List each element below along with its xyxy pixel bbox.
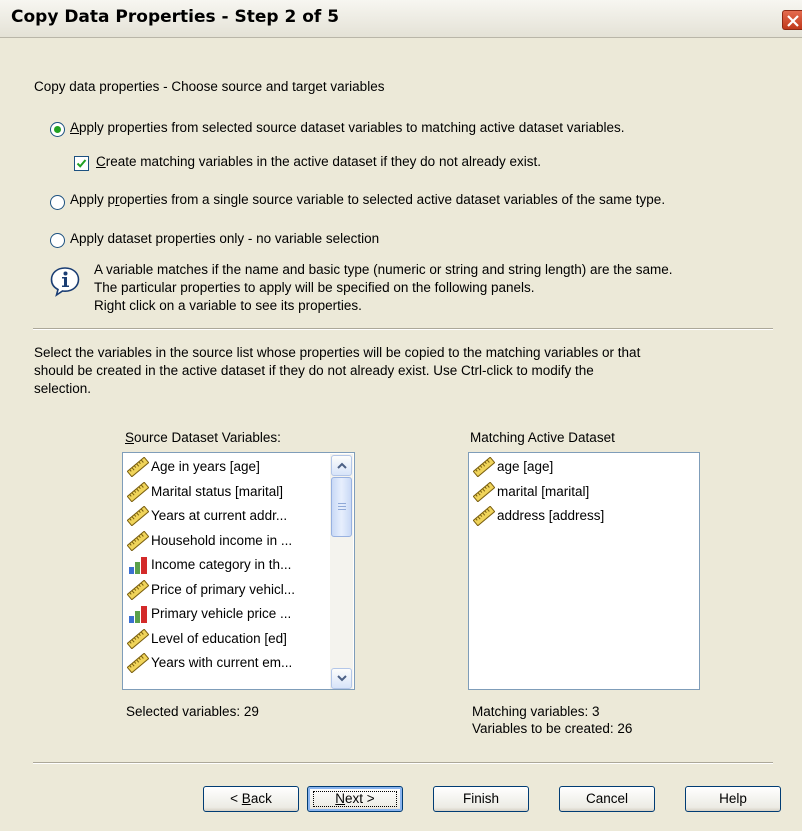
finish-button[interactable]: Finish — [433, 786, 529, 812]
apply-single-source-radio[interactable] — [50, 195, 65, 210]
info-icon — [50, 267, 80, 297]
close-icon — [787, 15, 799, 27]
selected-variables-count: Selected variables: 29 — [126, 704, 259, 719]
close-button[interactable] — [782, 10, 802, 30]
help-button[interactable]: Help — [685, 786, 781, 812]
scroll-thumb[interactable] — [331, 477, 352, 537]
list-item-label: Price of primary vehicl... — [151, 581, 296, 597]
instructions-line-3: selection. — [34, 381, 92, 396]
apply-single-source-label[interactable]: Apply properties from a single source va… — [70, 192, 665, 207]
list-item-label: Age in years [age] — [151, 459, 260, 474]
ruler-icon — [126, 505, 150, 527]
checkmark-icon — [76, 159, 87, 168]
next-button[interactable]: Next > — [307, 786, 403, 812]
create-matching-checkbox[interactable] — [74, 156, 89, 171]
ruler-icon — [472, 456, 496, 478]
list-item-label: age [age] — [497, 459, 554, 474]
divider-top — [33, 328, 773, 330]
list-item-label: Income category in th... — [151, 557, 292, 572]
ruler-icon — [126, 628, 150, 649]
step-heading: Copy data properties - Choose source and… — [34, 79, 385, 94]
list-item-label: marital [marital] — [497, 483, 590, 499]
list-item-label: Level of education [ed] — [151, 630, 287, 646]
info-line-3: Right click on a variable to see its pro… — [94, 298, 362, 313]
title-bar[interactable]: Copy Data Properties - Step 2 of 5 — [0, 0, 802, 38]
divider-bottom — [33, 762, 773, 764]
source-list-label: Source Dataset Variables: — [125, 430, 281, 445]
chevron-down-icon — [337, 675, 347, 682]
copy-data-properties-dialog: Copy Data Properties - Step 2 of 5 Copy … — [0, 0, 802, 831]
ruler-icon — [126, 579, 150, 600]
list-item-label: Primary vehicle price ... — [151, 606, 292, 621]
bar-chart-icon — [127, 604, 149, 624]
matching-active-list[interactable]: age [age] marital [marital] address [addre… — [468, 452, 700, 690]
list-item-label: Marital status [marital] — [151, 483, 284, 499]
cancel-button[interactable]: Cancel — [559, 786, 655, 812]
matching-variables-count: Matching variables: 3 — [472, 704, 600, 719]
active-list-label: Matching Active Dataset — [470, 430, 615, 445]
scroll-down-button[interactable] — [331, 668, 352, 689]
list-item-label: Household income in ... — [151, 532, 293, 548]
info-line-1: A variable matches if the name and basic… — [94, 262, 673, 277]
ruler-icon — [472, 481, 496, 502]
source-variables-list[interactable]: Age in years [age] Marital status [marita… — [122, 452, 355, 690]
ruler-icon — [126, 456, 150, 478]
variables-to-create-count: Variables to be created: 26 — [472, 721, 633, 736]
apply-matching-label[interactable]: Apply properties from selected source da… — [70, 120, 625, 135]
ruler-icon — [126, 530, 150, 551]
chevron-up-icon — [337, 462, 347, 469]
back-button[interactable]: < Back — [203, 786, 299, 812]
ruler-icon — [126, 652, 150, 674]
apply-dataset-only-radio[interactable] — [50, 233, 65, 248]
info-line-2: The particular properties to apply will … — [94, 280, 535, 295]
window-title: Copy Data Properties - Step 2 of 5 — [11, 7, 340, 27]
ruler-icon — [472, 505, 496, 527]
bar-chart-icon — [127, 555, 149, 575]
list-item-label: address [address] — [497, 508, 605, 523]
create-matching-label[interactable]: Create matching variables in the active … — [96, 154, 541, 169]
apply-matching-radio[interactable] — [50, 122, 65, 137]
list-item-label: Years at current addr... — [151, 508, 288, 523]
ruler-icon — [126, 481, 150, 502]
list-item-label: Years with current em... — [151, 655, 293, 670]
apply-dataset-only-label[interactable]: Apply dataset properties only - no varia… — [70, 231, 379, 246]
instructions-line-2: should be created in the active dataset … — [34, 363, 594, 378]
scroll-up-button[interactable] — [331, 455, 352, 476]
source-list-scrollbar[interactable] — [330, 454, 353, 689]
instructions-line-1: Select the variables in the source list … — [34, 345, 641, 360]
